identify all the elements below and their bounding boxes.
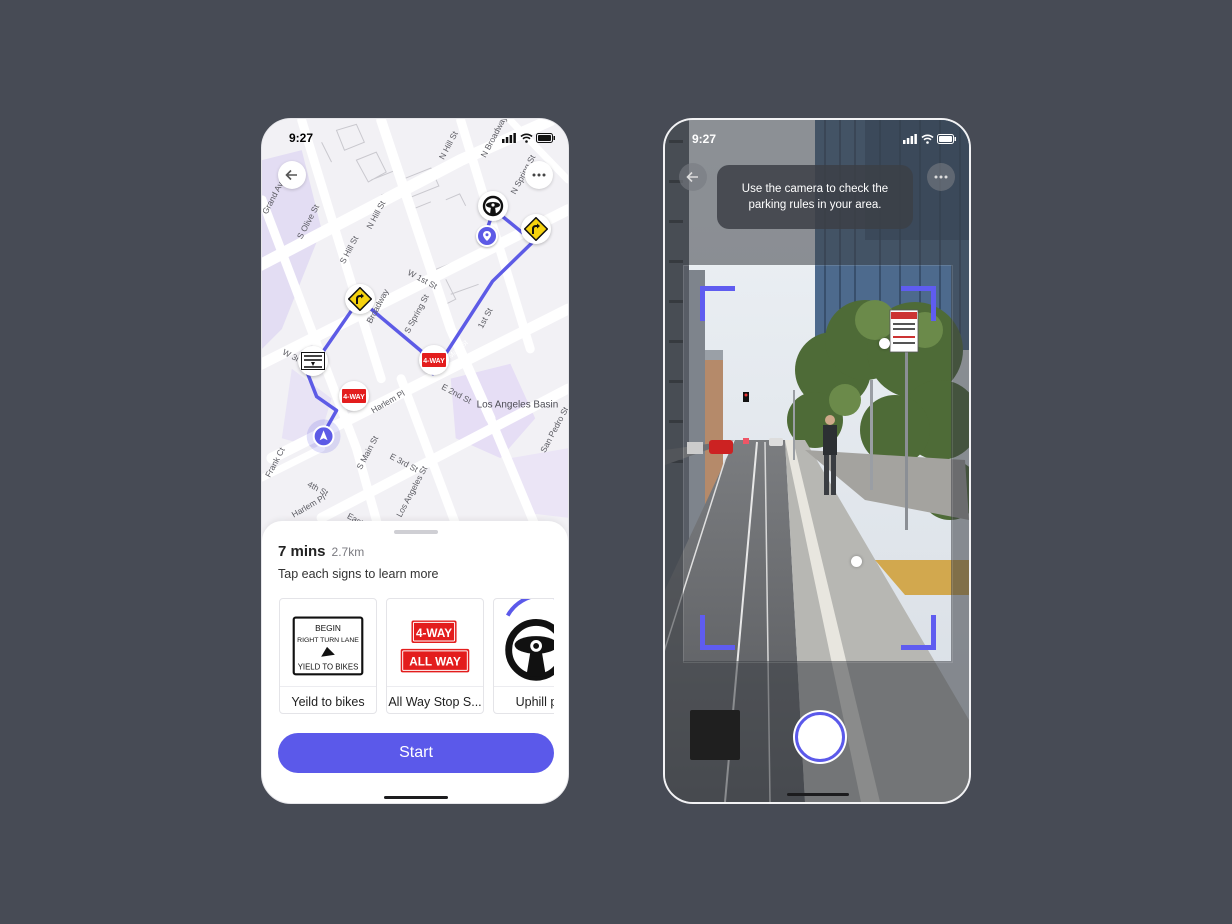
sign-card-all-way-stop[interactable]: 4-WAY ALL WAY All Way Stop S... — [386, 598, 484, 714]
yield-to-bikes-sign-marker[interactable] — [298, 346, 328, 376]
location-pin-icon[interactable] — [476, 225, 498, 247]
home-indicator[interactable] — [787, 793, 849, 796]
camera-screen: 9:27 Use the camera to check the parking… — [663, 118, 971, 804]
sign-card-label: All Way Stop S... — [388, 695, 482, 709]
street-map[interactable]: N Hill St N Broadway N Spring St S Olive… — [262, 119, 568, 539]
arrow-left-icon — [686, 171, 698, 183]
route-duration: 7 mins — [278, 543, 326, 560]
steering-wheel-sign-marker[interactable] — [478, 191, 508, 221]
route-bottom-sheet: 7 mins 2.7km Tap each signs to learn more… — [262, 521, 568, 803]
gallery-thumbnail[interactable] — [690, 710, 740, 760]
sign-text: 4-WAY — [416, 627, 452, 640]
sheet-drag-handle[interactable] — [394, 530, 438, 534]
svg-text:4-WAY: 4-WAY — [343, 394, 365, 401]
viewfinder-corner — [700, 615, 735, 650]
battery-icon — [937, 134, 956, 144]
route-distance: 2.7km — [331, 545, 365, 559]
navigation-screen: N Hill St N Broadway N Spring St S Olive… — [261, 118, 569, 804]
four-way-stop-sign-marker[interactable]: 4-WAY — [419, 345, 449, 375]
detection-point[interactable] — [879, 338, 890, 349]
more-horizontal-icon — [934, 175, 948, 179]
status-bar: 9:27 — [262, 130, 568, 146]
camera-instruction-tooltip: Use the camera to check the parking rule… — [717, 165, 913, 229]
sign-card-label: Uphill par — [515, 695, 554, 709]
arrow-left-icon — [285, 169, 297, 181]
tooltip-text: Use the camera to check the parking rule… — [741, 183, 889, 211]
back-button[interactable] — [679, 163, 707, 191]
more-horizontal-icon — [532, 173, 546, 177]
route-summary: 7 mins 2.7km — [278, 543, 364, 561]
status-time: 9:27 — [289, 131, 314, 145]
status-bar: 9:27 — [665, 131, 969, 147]
status-time: 9:27 — [692, 132, 717, 146]
right-turn-sign-marker[interactable] — [521, 214, 551, 244]
sign-card-yield-to-bikes[interactable]: BEGIN RIGHT TURN LANE YIELD TO BIKES Yei… — [279, 598, 377, 714]
sign-cards-carousel[interactable]: BEGIN RIGHT TURN LANE YIELD TO BIKES Yei… — [279, 598, 554, 716]
viewfinder-corner — [901, 286, 936, 321]
sign-text: RIGHT TURN LANE — [297, 637, 359, 644]
back-button[interactable] — [278, 161, 306, 189]
four-way-stop-sign-marker[interactable]: 4-WAY — [339, 381, 369, 411]
sign-text: BEGIN — [315, 623, 341, 633]
start-button[interactable]: Start — [278, 733, 554, 773]
signal-icon — [502, 133, 517, 143]
yield-to-bikes-sign-image: BEGIN RIGHT TURN LANE YIELD TO BIKES — [280, 616, 376, 687]
sign-text: YIELD TO BIKES — [298, 662, 359, 671]
sign-card-uphill-parking[interactable]: Uphill par — [493, 598, 554, 714]
detection-point[interactable] — [851, 556, 862, 567]
svg-text:4-WAY: 4-WAY — [423, 358, 445, 365]
steering-wheel-sign-image — [494, 599, 554, 687]
signs-hint: Tap each signs to learn more — [278, 567, 439, 581]
viewfinder-corner — [901, 615, 936, 650]
sign-card-label: Yeild to bikes — [291, 695, 365, 709]
sign-text: ALL WAY — [409, 656, 461, 669]
area-label: Los Angeles Basin — [477, 399, 559, 410]
signal-icon — [903, 134, 918, 144]
more-options-button[interactable] — [525, 161, 553, 189]
wifi-icon — [520, 133, 533, 143]
scan-viewfinder — [683, 265, 953, 663]
more-options-button[interactable] — [927, 163, 955, 191]
all-way-stop-sign-image: 4-WAY ALL WAY — [387, 620, 483, 687]
viewfinder-corner — [700, 286, 735, 321]
battery-icon — [536, 133, 555, 143]
wifi-icon — [921, 134, 934, 144]
home-indicator[interactable] — [384, 796, 448, 799]
right-turn-sign-marker[interactable] — [345, 284, 375, 314]
shutter-button[interactable] — [795, 712, 845, 762]
